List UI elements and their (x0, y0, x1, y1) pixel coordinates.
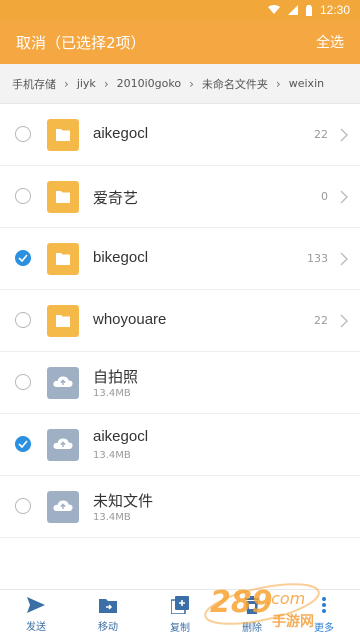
file-name: aikegocl (93, 428, 149, 445)
copy-label: 复制 (170, 623, 190, 634)
unchecked-checkbox[interactable] (15, 125, 31, 142)
folder-icon (47, 242, 79, 275)
file-row[interactable]: bikegocl 133 (0, 228, 360, 290)
send-button[interactable]: 发送 (0, 590, 72, 640)
selection-app-bar: 取消（已选择2项） 全选 (0, 20, 360, 64)
status-bar: 12:30 (0, 0, 360, 20)
chevron-right-icon[interactable] (340, 313, 348, 333)
more-icon (321, 596, 327, 617)
breadcrumb-item[interactable]: 2010i0goko (117, 77, 181, 90)
file-row[interactable]: 未知文件 13.4MB (0, 476, 360, 538)
unchecked-checkbox[interactable] (15, 373, 31, 390)
more-button[interactable]: 更多 (288, 590, 360, 640)
item-count: 133 (307, 251, 328, 265)
checked-checkbox[interactable] (15, 249, 31, 266)
trash-icon (245, 596, 259, 617)
select-all-button[interactable]: 全选 (316, 32, 344, 52)
checkmark-icon (18, 439, 28, 448)
cloud-file-icon (47, 366, 79, 399)
folder-icon (47, 304, 79, 337)
breadcrumb-item[interactable]: jiyk (77, 77, 96, 90)
checkmark-icon (18, 253, 28, 262)
cloud-file-icon (47, 428, 79, 461)
file-name: 未知文件 (93, 493, 154, 510)
unchecked-checkbox[interactable] (15, 311, 31, 328)
breadcrumb-item[interactable]: 未命名文件夹 (202, 76, 268, 92)
cloud-file-icon (47, 490, 79, 523)
folder-icon (47, 118, 79, 151)
breadcrumb-item[interactable]: 手机存储 (12, 76, 56, 92)
file-list: aikegocl 22 爱奇艺 0 bikegocl 133 whoyouare 22 自拍照 1… (0, 104, 360, 590)
send-icon (27, 597, 45, 616)
unchecked-checkbox[interactable] (15, 497, 31, 514)
item-count: 0 (321, 189, 328, 203)
delete-label: 删除 (242, 623, 262, 634)
item-count: 22 (314, 313, 328, 327)
battery-icon (305, 4, 312, 16)
chevron-right-icon[interactable] (340, 189, 348, 209)
file-row[interactable]: 爱奇艺 0 (0, 166, 360, 228)
move-folder-icon (99, 597, 117, 616)
chevron-right-icon: › (189, 76, 194, 91)
item-count: 22 (314, 127, 328, 141)
move-button[interactable]: 移动 (72, 590, 144, 640)
chevron-right-icon: › (275, 76, 281, 91)
cancel-selection-button[interactable]: 取消（已选择2项） (16, 32, 146, 53)
clock: 12:30 (319, 3, 350, 17)
file-row[interactable]: whoyouare 22 (0, 290, 360, 352)
chevron-right-icon: › (103, 76, 109, 91)
file-name: aikegocl (93, 124, 149, 142)
file-row[interactable]: aikegocl 22 (0, 104, 360, 166)
delete-button[interactable]: 删除 (216, 590, 288, 640)
file-name: bikegocl (93, 248, 149, 266)
bottom-action-bar: 发送 移动 复制 删除 更多 (0, 589, 360, 640)
copy-button[interactable]: 复制 (144, 590, 216, 640)
file-row[interactable]: aikegocl 13.4MB (0, 414, 360, 476)
file-name: 自拍照 (93, 369, 139, 386)
file-size: 13.4MB (93, 388, 131, 399)
chevron-right-icon[interactable] (340, 251, 348, 271)
copy-icon (170, 596, 189, 617)
checked-checkbox[interactable] (15, 435, 31, 452)
breadcrumb: 手机存储 › jiyk › 2010i0goko › 未命名文件夹 › weix… (0, 64, 360, 104)
folder-icon (47, 180, 79, 213)
move-label: 移动 (98, 622, 118, 633)
chevron-right-icon: › (64, 76, 69, 91)
breadcrumb-item[interactable]: weixin (289, 77, 324, 90)
wifi-icon (267, 5, 280, 15)
file-row[interactable]: 自拍照 13.4MB (0, 352, 360, 414)
file-size: 13.4MB (93, 512, 131, 523)
file-name: whoyouare (93, 310, 167, 328)
signal-icon (287, 5, 298, 15)
more-label: 更多 (314, 623, 334, 634)
file-size: 13.4MB (93, 450, 131, 461)
send-label: 发送 (26, 622, 46, 633)
unchecked-checkbox[interactable] (15, 187, 31, 204)
file-name: 爱奇艺 (93, 189, 139, 207)
chevron-right-icon[interactable] (340, 127, 348, 147)
